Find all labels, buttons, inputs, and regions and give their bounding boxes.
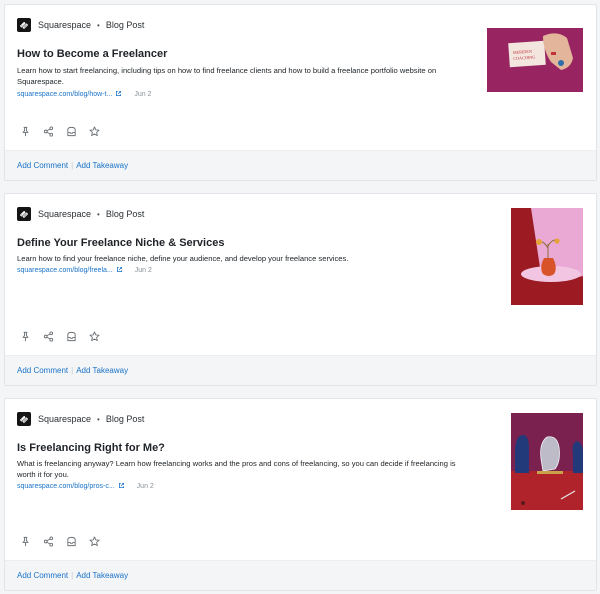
post-thumbnail[interactable]: [511, 208, 583, 305]
post-card[interactable]: Squarespace • Blog Post Is Freelancing R…: [4, 398, 597, 591]
separator-dot: •: [97, 20, 100, 30]
post-date: Jun 2: [136, 483, 154, 490]
post-type: Blog Post: [105, 209, 145, 219]
action-bar: [19, 125, 111, 137]
add-takeaway-link[interactable]: Add Takeaway: [76, 571, 128, 580]
card-footer: Add Comment | Add Takeaway: [5, 560, 596, 590]
external-link-icon[interactable]: [115, 90, 122, 97]
card-footer: Add Comment | Add Takeaway: [5, 355, 596, 385]
post-thumbnail[interactable]: [511, 413, 583, 510]
external-link-icon[interactable]: [118, 482, 125, 489]
post-link[interactable]: squarespace.com/blog/pros-c...: [17, 483, 115, 490]
add-takeaway-link[interactable]: Add Takeaway: [76, 366, 128, 375]
share-icon[interactable]: [42, 535, 54, 547]
card-footer: Add Comment | Add Takeaway: [5, 150, 596, 180]
share-icon[interactable]: [42, 125, 54, 137]
pin-icon[interactable]: [19, 535, 31, 547]
post-title[interactable]: Define Your Freelance Niche & Services: [17, 237, 224, 249]
external-link-icon[interactable]: [116, 266, 123, 273]
post-date: Jun 2: [134, 267, 152, 274]
meta-row: squarespace.com/blog/how-t... Jun 2: [17, 90, 152, 98]
source-row: Squarespace • Blog Post: [17, 18, 144, 32]
footer-separator: |: [71, 366, 74, 375]
post-type: Blog Post: [105, 414, 145, 424]
add-comment-link[interactable]: Add Comment: [17, 366, 68, 375]
action-bar: [19, 535, 111, 547]
post-description: Learn how to start freelancing, includin…: [17, 66, 437, 86]
add-takeaway-link[interactable]: Add Takeaway: [76, 161, 128, 170]
source-name: Squarespace: [38, 20, 92, 30]
share-icon[interactable]: [42, 330, 54, 342]
star-icon[interactable]: [88, 535, 100, 547]
archive-icon[interactable]: [65, 125, 77, 137]
post-title[interactable]: How to Become a Freelancer: [17, 48, 167, 60]
footer-separator: |: [71, 161, 74, 170]
add-comment-link[interactable]: Add Comment: [17, 571, 68, 580]
post-description: What is freelancing anyway? Learn how fr…: [17, 459, 456, 479]
footer-separator: |: [71, 571, 74, 580]
separator-dot: •: [97, 209, 100, 219]
pin-icon[interactable]: [19, 125, 31, 137]
source-name: Squarespace: [38, 209, 92, 219]
squarespace-logo-icon: [17, 18, 31, 32]
meta-row: squarespace.com/blog/freela... Jun 2: [17, 266, 152, 274]
post-link[interactable]: squarespace.com/blog/how-t...: [17, 91, 112, 98]
separator-dot: •: [97, 414, 100, 424]
post-thumbnail[interactable]: MERIDEN COACHING: [487, 28, 583, 92]
post-card[interactable]: Squarespace • Blog Post Define Your Free…: [4, 193, 597, 386]
meta-row: squarespace.com/blog/pros-c... Jun 2: [17, 482, 154, 490]
archive-icon[interactable]: [65, 330, 77, 342]
post-card[interactable]: Squarespace • Blog Post How to Become a …: [4, 4, 597, 181]
post-date: Jun 2: [134, 91, 152, 98]
star-icon[interactable]: [88, 125, 100, 137]
pin-icon[interactable]: [19, 330, 31, 342]
action-bar: [19, 330, 111, 342]
source-name: Squarespace: [38, 414, 92, 424]
post-title[interactable]: Is Freelancing Right for Me?: [17, 442, 165, 454]
star-icon[interactable]: [88, 330, 100, 342]
squarespace-logo-icon: [17, 207, 31, 221]
post-link[interactable]: squarespace.com/blog/freela...: [17, 267, 113, 274]
source-row: Squarespace • Blog Post: [17, 207, 144, 221]
archive-icon[interactable]: [65, 535, 77, 547]
add-comment-link[interactable]: Add Comment: [17, 161, 68, 170]
post-description: Learn how to find your freelance niche, …: [17, 254, 349, 263]
post-type: Blog Post: [105, 20, 145, 30]
source-row: Squarespace • Blog Post: [17, 412, 144, 426]
squarespace-logo-icon: [17, 412, 31, 426]
